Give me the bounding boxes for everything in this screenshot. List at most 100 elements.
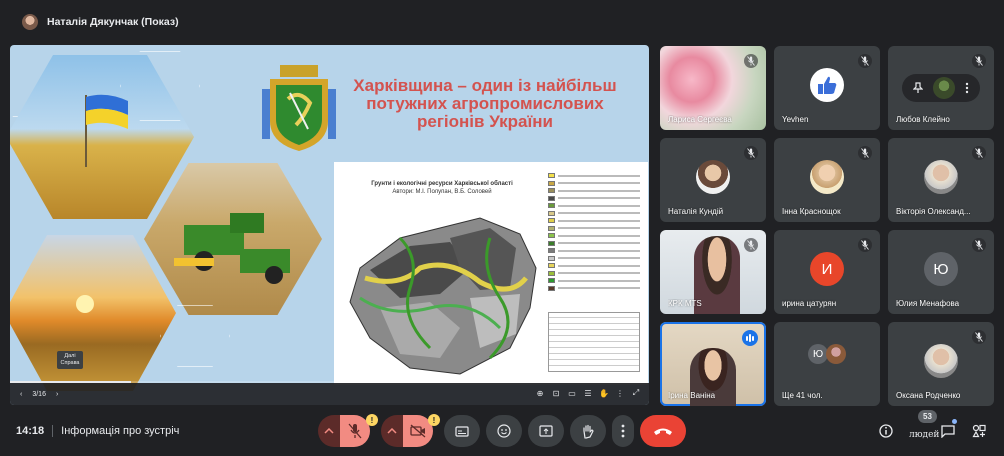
more-options-icon[interactable]: ⋮ [615, 387, 625, 399]
participant-tile[interactable]: Інна Краснощок [774, 138, 880, 222]
legend-swatch [548, 255, 555, 261]
camera-off-icon [410, 424, 426, 438]
legend-row [548, 172, 640, 180]
combine-harvester-image [144, 163, 322, 315]
activities-button[interactable] [968, 415, 990, 447]
legend-row [548, 270, 640, 278]
legend-swatch [548, 195, 555, 201]
participant-tile[interactable]: Иирина цатурян [774, 230, 880, 314]
legend-swatch [548, 248, 555, 254]
chevron-up-icon [324, 428, 334, 434]
legend-row [548, 217, 640, 225]
raise-hand-button[interactable] [570, 415, 606, 447]
people-label[interactable]: людей [909, 430, 939, 440]
meeting-info-label[interactable]: Інформація про зустріч [61, 425, 179, 437]
letter-avatar: Ю [808, 344, 828, 364]
participant-tile[interactable]: Ю Ще 41 чол. [774, 322, 880, 406]
participant-name: Yevhen [782, 115, 809, 124]
participant-tile[interactable]: Ірина Ваніна [660, 322, 766, 406]
fullscreen-icon[interactable]: ⤢ [631, 387, 641, 399]
presentation-stage[interactable]: Харківщина – один із найбільш потужних а… [10, 45, 649, 405]
slide-progress-bar[interactable] [10, 381, 649, 383]
participant-tile[interactable]: Вікторія Олександ... [888, 138, 994, 222]
legend-swatch [548, 225, 555, 231]
hand-icon [583, 424, 594, 439]
hand-icon[interactable]: ✋ [599, 387, 609, 399]
present-icon [539, 425, 553, 437]
participant-avatar [810, 160, 844, 194]
legend-swatch [548, 278, 555, 284]
next-slide-icon[interactable]: › [56, 391, 58, 398]
divider [52, 425, 54, 437]
map-authors-text: Автори: М.І. Полупан, В.Б. Соловей [392, 189, 492, 195]
mic-off-icon [972, 54, 986, 68]
legend-row [548, 240, 640, 248]
participant-tile[interactable]: Оксана Родченко [888, 322, 994, 406]
camera-control-group [381, 415, 433, 447]
emoji-icon [497, 424, 511, 438]
mic-warning-badge: ! [366, 414, 378, 426]
participant-tile[interactable]: Наталія Кундій [660, 138, 766, 222]
meeting-details-button[interactable] [876, 415, 896, 447]
more-vert-icon[interactable] [965, 82, 969, 94]
notes-icon[interactable]: ☰ [583, 387, 593, 399]
participant-name: Ірина Ваніна [668, 391, 716, 400]
mic-off-icon [972, 330, 986, 344]
participant-name: Юлия Менафова [896, 299, 960, 308]
clock-time: 14:18 [16, 425, 45, 437]
captions-icon[interactable]: ▭ [567, 387, 577, 399]
more-options-button[interactable] [612, 415, 634, 447]
captions-button[interactable] [444, 415, 480, 447]
presenter-title: Наталія Дякунчак (Показ) [47, 16, 179, 28]
tooltip-shortcut-label: Справа [60, 360, 80, 366]
speaking-indicator-icon [742, 330, 758, 346]
phone-hangup-icon [654, 428, 672, 435]
zoom-icon[interactable]: ⊕ [535, 387, 545, 399]
participant-name: Ще 41 чол. [782, 391, 823, 400]
mic-off-icon [972, 238, 986, 252]
leave-call-button[interactable] [640, 415, 686, 447]
participant-tile[interactable]: Любов Клейно [888, 46, 994, 130]
legend-text-line [558, 287, 640, 290]
mic-off-icon [744, 54, 758, 68]
pin-icon[interactable] [913, 82, 923, 94]
slide-tools: ⊕ ⊡ ▭ ☰ ✋ ⋮ ⤢ [535, 387, 641, 399]
participant-thumb [826, 344, 846, 364]
top-bar: Наталія Дякунчак (Показ) [0, 0, 1004, 44]
mic-options-button[interactable] [318, 415, 340, 447]
chat-button[interactable] [938, 415, 958, 447]
reactions-button[interactable] [486, 415, 522, 447]
activities-icon [972, 424, 986, 438]
present-screen-button[interactable] [528, 415, 564, 447]
map-data-table [548, 312, 640, 372]
participant-tile[interactable]: КРК МTS [660, 230, 766, 314]
map-legend [548, 172, 640, 292]
legend-text-line [558, 242, 640, 245]
prev-slide-icon[interactable]: ‹ [20, 391, 22, 398]
participant-avatar [924, 344, 958, 378]
participant-name: Вікторія Олександ... [896, 207, 971, 216]
participant-name: КРК МTS [668, 299, 702, 308]
legend-swatch [548, 233, 555, 239]
legend-row [548, 202, 640, 210]
camera-options-button[interactable] [381, 415, 403, 447]
chat-icon [941, 424, 955, 438]
participant-tile[interactable]: Лариса Сергеєва [660, 46, 766, 130]
legend-text-line [558, 189, 640, 192]
legend-swatch [548, 270, 555, 276]
legend-row [548, 187, 640, 195]
participant-tile[interactable]: Yevhen [774, 46, 880, 130]
legend-swatch [548, 210, 555, 216]
legend-swatch [548, 285, 555, 291]
participant-tile[interactable]: Ю Юлия Менафова [888, 230, 994, 314]
fit-icon[interactable]: ⊡ [551, 387, 561, 399]
soil-map-graphic [349, 217, 537, 375]
tile-hover-actions [902, 74, 980, 102]
bottom-control-bar: 14:18 Інформація про зустріч ! ! 53 люде… [0, 406, 1004, 456]
participant-name: Наталія Кундій [668, 207, 724, 216]
legend-swatch [548, 180, 555, 186]
soil-map-card: Грунти і екологічні ресурси Харківської … [334, 162, 648, 385]
slide-title: Харківщина – один із найбільш потужних а… [353, 76, 617, 131]
legend-swatch [548, 203, 555, 209]
legend-swatch [548, 240, 555, 246]
